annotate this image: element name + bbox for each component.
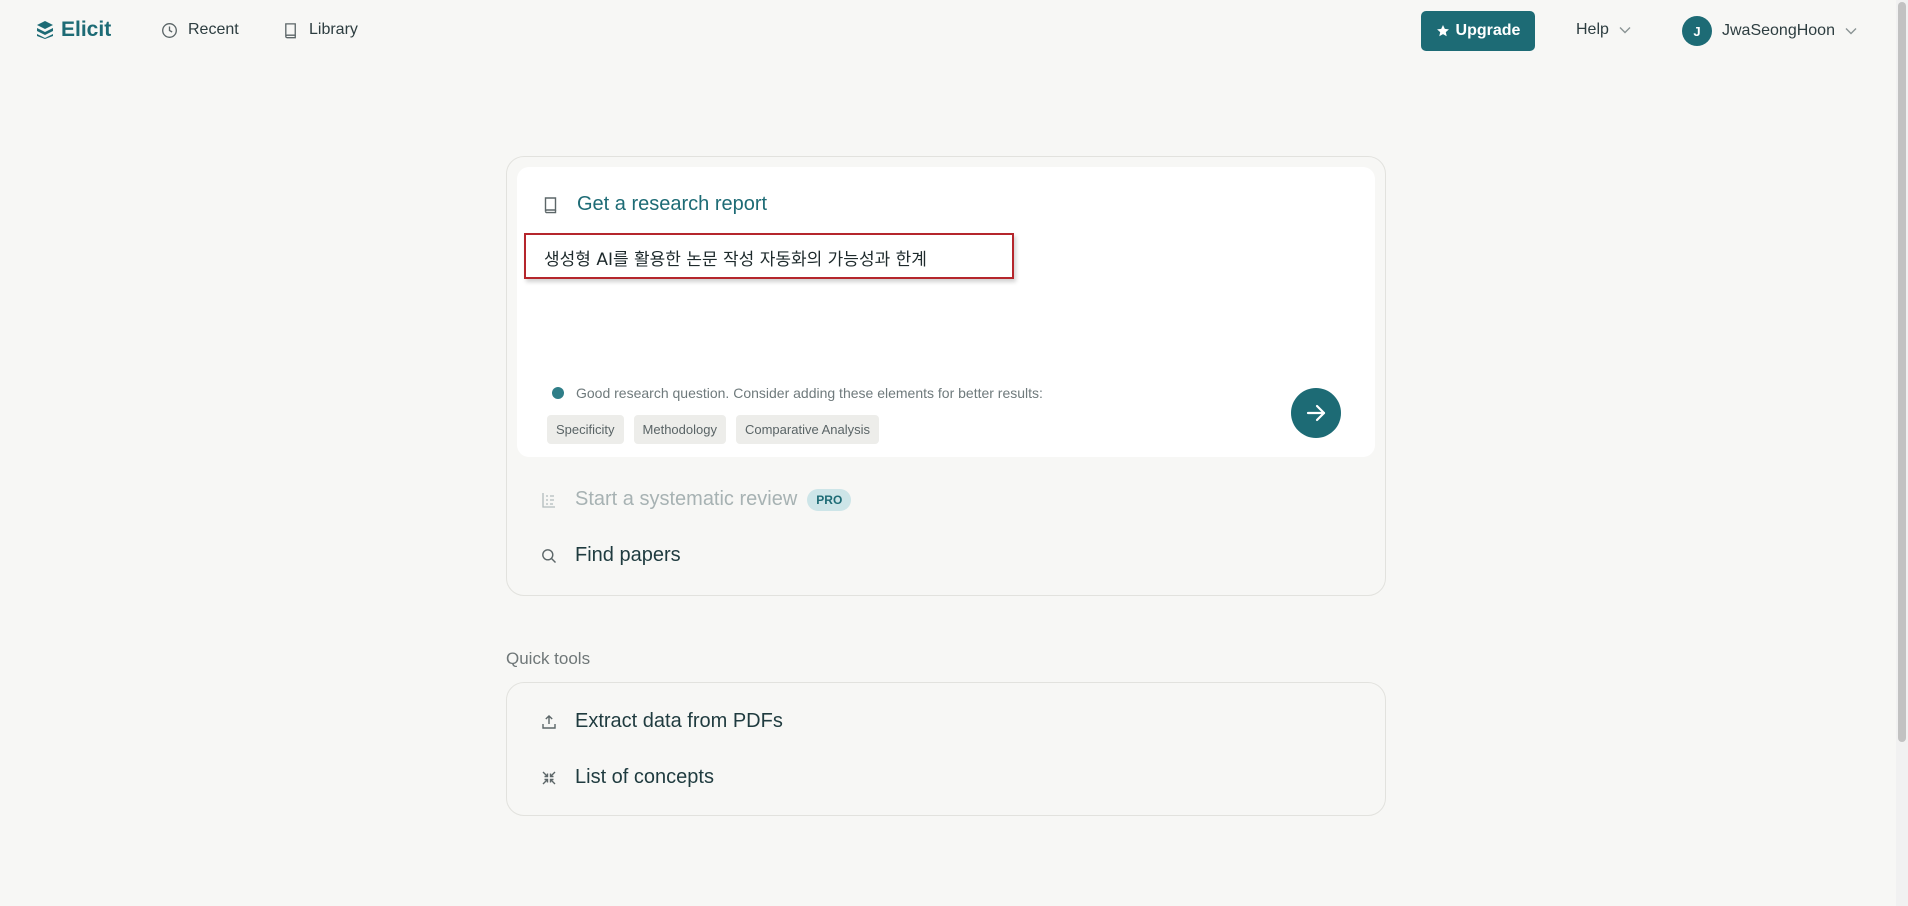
book-icon (543, 196, 559, 214)
find-papers-option[interactable]: Find papers (541, 544, 681, 567)
extract-data-tool[interactable]: Extract data from PDFs (541, 710, 783, 733)
upgrade-button[interactable]: Upgrade (1421, 11, 1535, 51)
nav-library-label: Library (309, 21, 358, 38)
research-options-card: Get a research report 생성형 AI를 활용한 논문 작성 … (506, 156, 1386, 596)
chip-comparative-analysis[interactable]: Comparative Analysis (735, 415, 879, 444)
help-menu[interactable]: Help (1576, 21, 1631, 39)
upload-icon (541, 714, 557, 730)
help-label: Help (1576, 21, 1609, 38)
submit-button[interactable] (1291, 388, 1341, 438)
arrow-right-icon (1305, 402, 1327, 424)
report-title-label: Get a research report (577, 193, 768, 215)
nav-library[interactable]: Library (283, 21, 358, 39)
chip-methodology[interactable]: Methodology (633, 415, 726, 444)
elicit-logo[interactable]: Elicit (35, 18, 111, 42)
systematic-review-option[interactable]: Start a systematic review PRO (541, 488, 852, 511)
chip-specificity[interactable]: Specificity (547, 415, 624, 444)
star-icon (1436, 24, 1450, 38)
status-dot-icon (552, 387, 564, 399)
nav-recent[interactable]: Recent (161, 21, 239, 39)
quick-tools-heading: Quick tools (506, 649, 591, 668)
search-icon (541, 548, 557, 564)
clock-icon (161, 22, 178, 39)
question-feedback: Good research question. Consider adding … (552, 385, 1043, 401)
collapse-arrows-icon (541, 770, 557, 786)
find-papers-label: Find papers (575, 544, 681, 566)
avatar: J (1682, 16, 1712, 46)
checklist-icon (541, 491, 557, 509)
question-feedback-text: Good research question. Consider adding … (576, 385, 1043, 401)
research-question-input[interactable]: 생성형 AI를 활용한 논문 작성 자동화의 가능성과 한계 (524, 233, 1014, 279)
user-name: JwaSeongHoon (1722, 22, 1835, 39)
user-menu[interactable]: J JwaSeongHoon (1682, 16, 1857, 46)
upgrade-label: Upgrade (1455, 22, 1521, 39)
systematic-review-label: Start a systematic review (575, 488, 798, 510)
research-report-panel: Get a research report 생성형 AI를 활용한 논문 작성 … (517, 167, 1375, 457)
list-of-concepts-label: List of concepts (575, 766, 714, 788)
scrollbar[interactable] (1896, 0, 1908, 906)
report-title[interactable]: Get a research report (543, 193, 767, 216)
chevron-down-icon (1619, 26, 1631, 34)
elicit-logo-icon (35, 20, 55, 40)
top-navigation-bar: Elicit Recent Library Upgrade Help J Jwa… (0, 0, 1900, 62)
suggestion-chips: Specificity Methodology Comparative Anal… (547, 415, 879, 444)
chevron-down-icon (1845, 27, 1857, 35)
quick-tools-card: Extract data from PDFs List of concepts (506, 682, 1386, 816)
book-icon (283, 22, 299, 39)
nav-recent-label: Recent (188, 21, 239, 38)
extract-data-label: Extract data from PDFs (575, 710, 783, 732)
scrollbar-thumb[interactable] (1898, 2, 1906, 742)
brand-name: Elicit (61, 18, 112, 41)
pro-badge: PRO (807, 488, 852, 511)
list-of-concepts-tool[interactable]: List of concepts (541, 766, 714, 789)
